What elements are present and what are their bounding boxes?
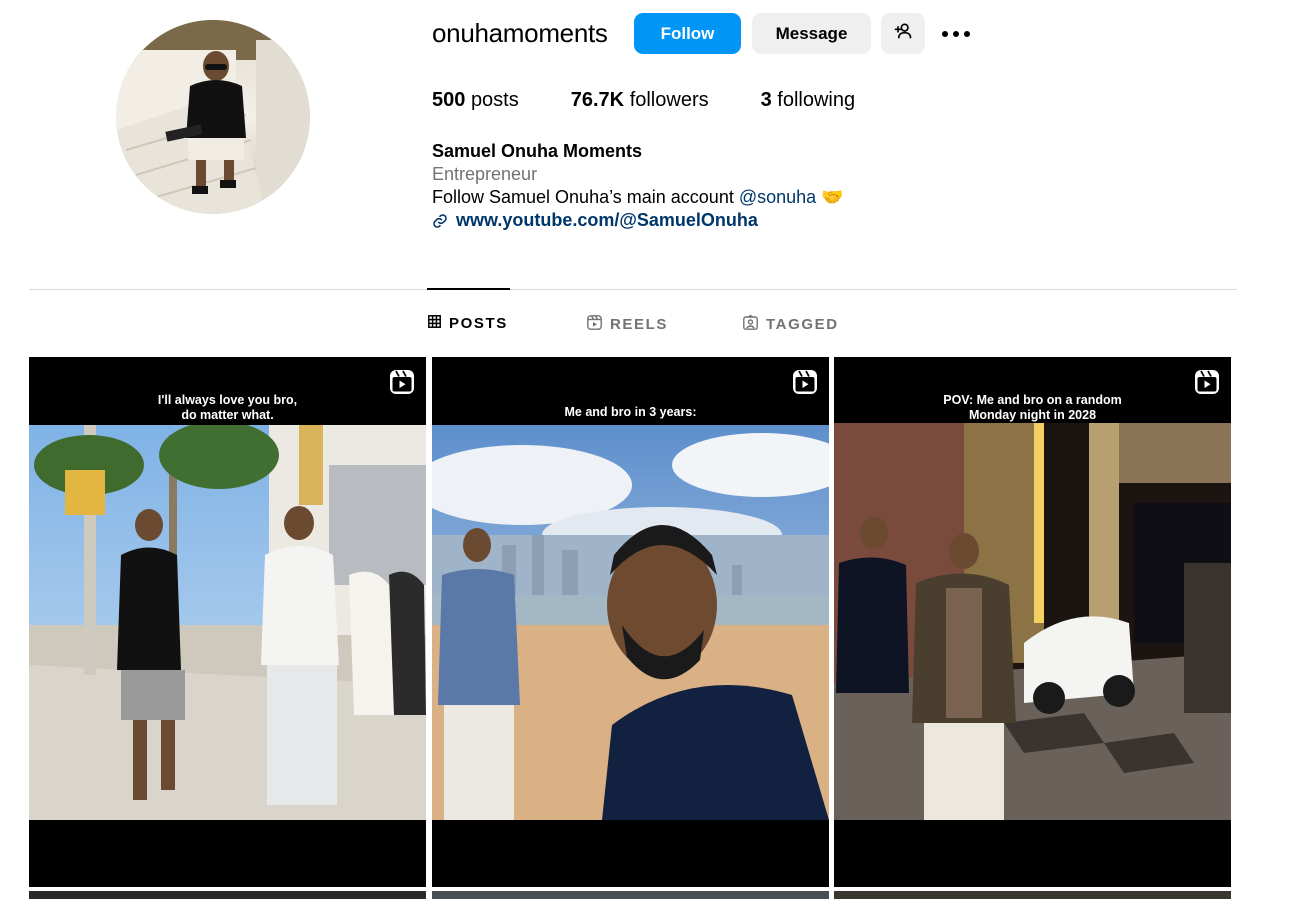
bio-category: Entrepreneur <box>432 164 538 184</box>
reels-icon <box>587 315 610 334</box>
tab-tagged-label: TAGGED <box>766 316 839 333</box>
post-tile-peek[interactable] <box>432 891 829 899</box>
post-tile[interactable]: POV: Me and bro on a random Monday night… <box>834 357 1231 887</box>
post-image-beach-selfie <box>432 425 829 820</box>
tagged-icon <box>743 314 766 334</box>
post-caption-line: POV: Me and bro on a random <box>943 393 1122 407</box>
grid-icon <box>428 315 449 332</box>
following-label: following <box>777 89 856 111</box>
followers-label: followers <box>629 89 709 111</box>
profile-stats: 500 posts 76.7K followers 3 following <box>432 89 907 112</box>
tab-reels[interactable]: REELS <box>587 315 668 334</box>
bio-text: Follow Samuel Onuha’s main account @sonu… <box>432 187 844 208</box>
post-tile-peek[interactable] <box>29 891 426 899</box>
handshake-emoji: 🤝 <box>821 187 844 207</box>
post-caption-line: Me and bro in 3 years: <box>564 405 697 419</box>
reel-icon <box>792 369 818 395</box>
post-tile[interactable]: I'll always love you bro, do matter what… <box>29 357 426 887</box>
bio-mention-link[interactable]: @sonuha <box>739 187 816 207</box>
posts-count: 500 <box>432 89 466 111</box>
bio-text-body: Follow Samuel Onuha’s main account <box>432 187 739 207</box>
tabs-divider <box>29 289 1237 290</box>
post-image-night-street <box>834 423 1231 820</box>
post-tile-peek[interactable] <box>834 891 1231 899</box>
followers-stat[interactable]: 76.7K followers <box>571 89 709 112</box>
followers-count: 76.7K <box>570 89 625 111</box>
profile-avatar[interactable] <box>116 20 310 214</box>
suggested-users-button[interactable] <box>881 13 925 54</box>
message-button[interactable]: Message <box>752 13 871 54</box>
reel-icon <box>1194 369 1220 395</box>
reel-icon <box>389 369 415 395</box>
bio-link-text: www.youtube.com/@SamuelOnuha <box>456 210 758 230</box>
post-caption-line: do matter what. <box>181 407 274 422</box>
more-options-button[interactable] <box>938 20 974 48</box>
post-caption-line: I'll always love you bro, <box>157 393 298 407</box>
following-stat[interactable]: 3 following <box>761 89 856 112</box>
tab-posts[interactable]: POSTS <box>428 315 508 332</box>
tab-posts-label: POSTS <box>449 315 508 332</box>
profile-username: onuhamoments <box>432 18 608 48</box>
post-caption: POV: Me and bro on a random Monday night… <box>834 393 1231 423</box>
post-caption-line: Monday night in 2028 <box>968 407 1097 422</box>
tab-reels-label: REELS <box>610 316 669 333</box>
post-caption: I'll always love you bro, do matter what… <box>29 393 426 423</box>
following-count: 3 <box>760 89 772 111</box>
link-icon <box>432 213 448 229</box>
active-tab-indicator <box>427 288 510 290</box>
person-plus-icon <box>893 21 913 46</box>
tab-tagged[interactable]: TAGGED <box>743 314 839 334</box>
posts-label: posts <box>470 89 519 111</box>
bio-website-link[interactable]: www.youtube.com/@SamuelOnuha <box>432 210 758 231</box>
bio-name: Samuel Onuha Moments <box>432 141 643 161</box>
post-tile[interactable]: Me and bro in 3 years: <box>432 357 829 887</box>
posts-stat: 500 posts <box>432 89 519 112</box>
more-icon <box>941 25 971 43</box>
post-image-street-walk <box>29 421 426 820</box>
follow-button[interactable]: Follow <box>634 13 741 54</box>
post-caption: Me and bro in 3 years: <box>432 405 829 420</box>
